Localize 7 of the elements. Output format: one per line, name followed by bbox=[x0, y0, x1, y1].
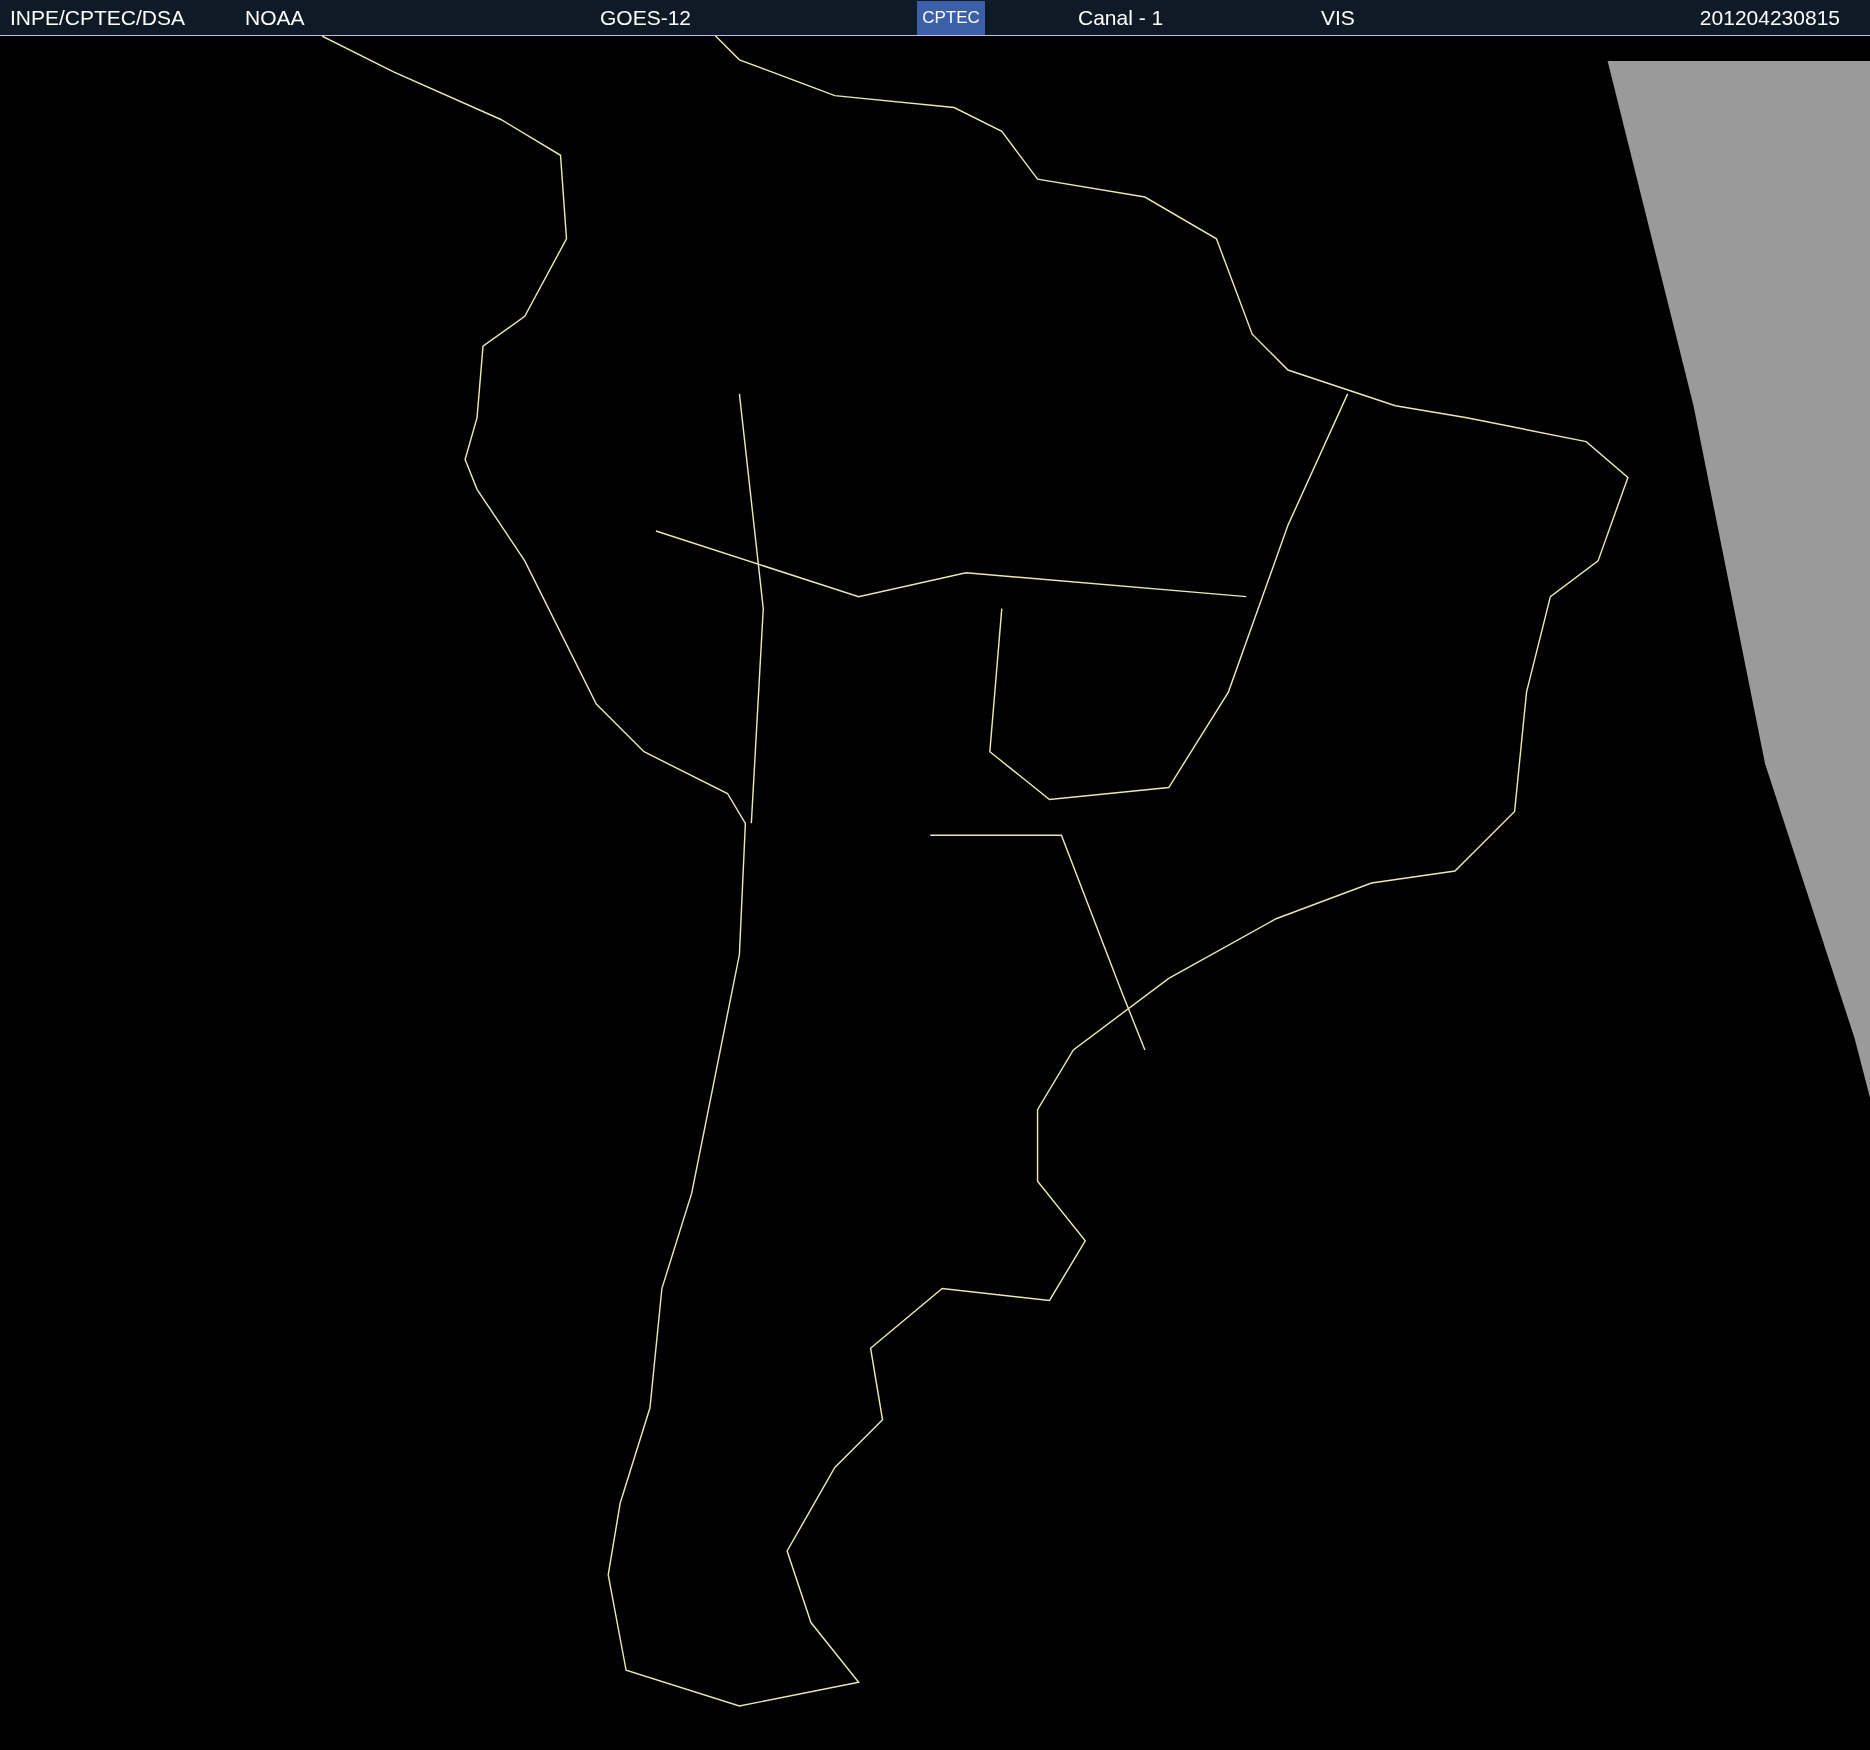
band-label: VIS bbox=[1321, 4, 1355, 31]
satellite-label: GOES-12 bbox=[600, 4, 693, 31]
timestamp-label: 201204230815 bbox=[1699, 4, 1840, 31]
source-label: INPE/CPTEC/DSA bbox=[10, 4, 187, 31]
channel-label: Canal - 1 bbox=[1078, 4, 1165, 31]
cptec-logo: CPTEC bbox=[917, 0, 985, 35]
agency-label: NOAA bbox=[245, 4, 306, 31]
